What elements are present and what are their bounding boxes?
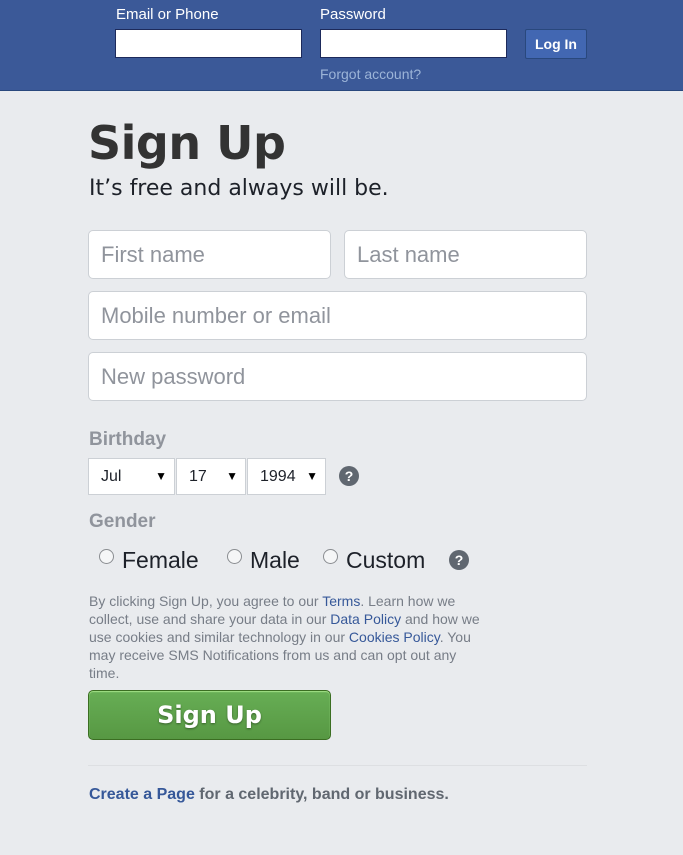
create-page-footer: Create a Page for a celebrity, band or b…	[89, 786, 449, 804]
gender-label: Gender	[89, 511, 156, 532]
gender-male-label: Male	[250, 546, 300, 573]
birthday-help-icon[interactable]: ?	[339, 466, 359, 486]
top-bar: Email or Phone Password Log In Forgot ac…	[0, 0, 683, 91]
login-email-input[interactable]	[115, 29, 302, 58]
last-name-input[interactable]	[344, 230, 587, 279]
birthday-day-value: 17	[189, 468, 207, 485]
chevron-down-icon: ▼	[226, 469, 238, 483]
create-page-text: for a celebrity, band or business.	[194, 786, 449, 803]
page-subtitle: It’s free and always will be.	[89, 176, 389, 201]
gender-help-icon[interactable]: ?	[449, 550, 469, 570]
login-password-input[interactable]	[320, 29, 507, 58]
radio-custom[interactable]	[323, 548, 338, 564]
data-policy-link[interactable]: Data Policy	[330, 611, 401, 627]
birthday-label: Birthday	[89, 429, 167, 450]
page-title: Sign Up	[88, 116, 286, 170]
gender-female-label: Female	[122, 546, 199, 573]
radio-female[interactable]	[99, 548, 114, 564]
chevron-down-icon: ▼	[155, 469, 167, 483]
sign-up-button[interactable]: Sign Up	[88, 690, 331, 740]
gender-option-male[interactable]: Male	[227, 546, 300, 574]
login-button[interactable]: Log In	[525, 29, 587, 59]
mobile-email-input[interactable]	[88, 291, 587, 340]
terms-link[interactable]: Terms	[322, 593, 360, 609]
cookies-policy-link[interactable]: Cookies Policy	[349, 629, 440, 645]
birthday-month-select[interactable]: Jul ▼	[88, 458, 175, 495]
gender-option-custom[interactable]: Custom	[323, 546, 425, 574]
gender-custom-label: Custom	[346, 546, 426, 573]
new-password-input[interactable]	[88, 352, 587, 401]
birthday-day-select[interactable]: 17 ▼	[176, 458, 246, 495]
birthday-year-value: 1994	[260, 468, 296, 485]
birthday-year-select[interactable]: 1994 ▼	[247, 458, 326, 495]
create-page-link[interactable]: Create a Page	[89, 786, 195, 803]
gender-option-female[interactable]: Female	[99, 546, 199, 574]
email-label: Email or Phone	[116, 6, 219, 23]
chevron-down-icon: ▼	[306, 469, 318, 483]
forgot-account-link[interactable]: Forgot account?	[320, 66, 421, 82]
first-name-input[interactable]	[88, 230, 331, 279]
radio-male[interactable]	[227, 548, 242, 564]
terms-text-part1: By clicking Sign Up, you agree to our	[89, 593, 323, 609]
password-label: Password	[320, 6, 386, 23]
birthday-month-value: Jul	[101, 468, 122, 485]
terms-text: By clicking Sign Up, you agree to our Te…	[89, 592, 489, 682]
divider	[88, 765, 587, 766]
